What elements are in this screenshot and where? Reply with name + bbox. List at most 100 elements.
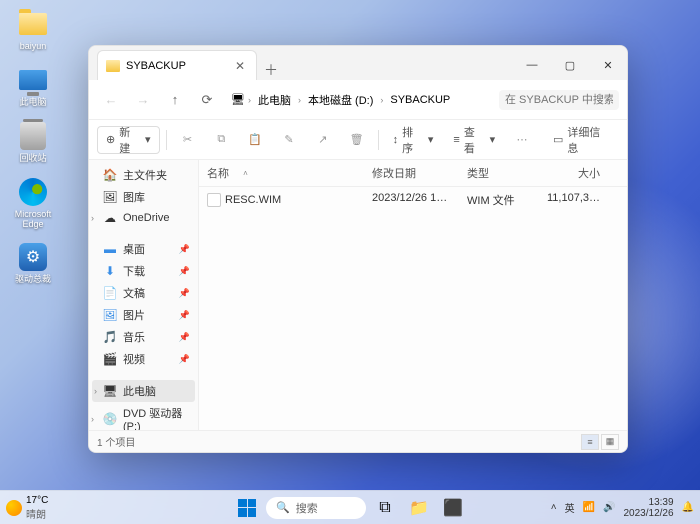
sidebar-label: 视频	[123, 351, 145, 367]
breadcrumb-item[interactable]: 本地磁盘 (D:)	[304, 90, 377, 110]
titlebar[interactable]: SYBACKUP ✕ ＋ — ▢ ✕	[89, 46, 627, 80]
tab-close-button[interactable]: ✕	[232, 59, 248, 73]
column-size-header[interactable]: 大小	[539, 160, 609, 186]
copy-button[interactable]: ⧉	[206, 126, 236, 154]
taskbar-weather[interactable]: 17°C 晴朗	[6, 495, 48, 521]
column-type-header[interactable]: 类型	[459, 160, 539, 186]
file-name: RESC.WIM	[225, 194, 281, 206]
taskbar-clock[interactable]: 13:39 2023/12/26	[623, 497, 673, 519]
sort-button[interactable]: ↕ 排序 ▾	[385, 126, 442, 154]
document-icon: 📄	[103, 286, 117, 300]
start-button[interactable]	[232, 493, 262, 523]
sidebar-item-onedrive[interactable]: ›☁OneDrive	[89, 208, 198, 228]
up-button[interactable]: ↑	[161, 86, 189, 114]
desktop-icon-recyclebin[interactable]: 回收站	[8, 120, 58, 164]
taskbar-search[interactable]: 🔍 搜索	[266, 497, 366, 519]
details-view-button[interactable]: ≡	[581, 434, 599, 450]
search-label: 搜索	[296, 500, 318, 516]
pc-icon	[19, 70, 47, 90]
sidebar-item-thispc[interactable]: ›🖥此电脑	[92, 380, 195, 402]
file-row[interactable]: RESC.WIM 2023/12/26 12:09 WIM 文件 11,107,…	[199, 187, 627, 213]
cloud-icon: ☁	[103, 211, 117, 225]
disc-icon: 💿	[103, 412, 117, 426]
sidebar-label: 下载	[123, 263, 145, 279]
folder-icon	[106, 60, 120, 72]
desktop-icon-baiyun[interactable]: baiyun	[8, 8, 58, 52]
chevron-right-icon: ›	[91, 414, 94, 424]
desktop-icons: baiyun 此电脑 回收站 Microsoft Edge ⚙ 驱动总裁	[8, 8, 58, 285]
icons-view-button[interactable]: ▦	[601, 434, 619, 450]
share-button[interactable]: ↗	[308, 126, 338, 154]
sidebar-item-videos[interactable]: 🎬视频📌	[89, 348, 198, 370]
sidebar-item-home[interactable]: 🏠 主文件夹	[89, 164, 198, 186]
sidebar-item-gallery[interactable]: 🖼图库	[89, 186, 198, 208]
desktop-icon-drivertool[interactable]: ⚙ 驱动总裁	[8, 241, 58, 285]
details-pane-button[interactable]: ▭ 详细信息	[545, 126, 619, 154]
home-icon: 🏠	[103, 168, 117, 182]
maximize-button[interactable]: ▢	[551, 50, 589, 80]
desktop-icon-thispc[interactable]: 此电脑	[8, 64, 58, 108]
tab-sybackup[interactable]: SYBACKUP ✕	[97, 50, 257, 80]
search-icon: 🔍	[276, 501, 290, 514]
notifications-icon[interactable]: 🔔	[682, 502, 694, 513]
chevron-right-icon: ›	[380, 95, 383, 105]
breadcrumb-item[interactable]: 此电脑	[254, 90, 295, 110]
delete-button[interactable]: 🗑	[342, 126, 372, 154]
paste-button[interactable]: 📋	[240, 126, 270, 154]
desktop-icon-edge[interactable]: Microsoft Edge	[8, 176, 58, 230]
pin-icon: 📌	[179, 310, 190, 321]
desktop-icon-label: baiyun	[20, 42, 47, 52]
file-explorer-window: SYBACKUP ✕ ＋ — ▢ ✕ ← → ↑ ⟳ 🖥 › 此电脑 › 本地磁…	[88, 45, 628, 453]
pin-icon: 📌	[179, 354, 190, 365]
column-headers: 名称 ˄ 修改日期 类型 大小	[199, 160, 627, 187]
sidebar-item-dvd[interactable]: ›💿DVD 驱动器 (P:)	[89, 402, 198, 430]
folder-icon	[19, 13, 47, 35]
music-icon: 🎵	[103, 330, 117, 344]
explorer-taskbar-button[interactable]: 📁	[404, 493, 434, 523]
cut-button[interactable]: ✂	[173, 126, 203, 154]
back-button[interactable]: ←	[97, 86, 125, 114]
task-view-button[interactable]: ⧉	[370, 493, 400, 523]
file-size: 11,107,37...	[539, 189, 609, 211]
minimize-button[interactable]: —	[513, 50, 551, 80]
ime-indicator[interactable]: 英	[565, 500, 575, 515]
rename-button[interactable]: ✎	[274, 126, 304, 154]
wifi-icon[interactable]: 📶	[583, 502, 595, 513]
edge-icon	[19, 178, 47, 206]
more-button[interactable]: ⋯	[507, 126, 537, 154]
toolbar: ⊕ 新建 ▾ ✂ ⧉ 📋 ✎ ↗ 🗑 ↕ 排序 ▾ ≡ 查看 ▾ ⋯ ▭ 详细信…	[89, 120, 627, 160]
desktop-icon-label: 驱动总裁	[15, 275, 51, 285]
search-input[interactable]	[499, 90, 619, 110]
sidebar-item-pictures[interactable]: 🖼图片📌	[89, 304, 198, 326]
refresh-button[interactable]: ⟳	[193, 86, 221, 114]
sidebar-label: 桌面	[123, 241, 145, 257]
new-button[interactable]: ⊕ 新建 ▾	[97, 126, 160, 154]
view-button[interactable]: ≡ 查看 ▾	[445, 126, 503, 154]
breadcrumb[interactable]: 🖥 › 此电脑 › 本地磁盘 (D:) › SYBACKUP	[225, 90, 495, 110]
sidebar-item-documents[interactable]: 📄文稿📌	[89, 282, 198, 304]
breadcrumb-item[interactable]: SYBACKUP	[386, 92, 454, 108]
app-taskbar-button[interactable]: ⬛	[438, 493, 468, 523]
status-bar: 1 个项目 ≡ ▦	[89, 430, 627, 452]
sidebar: 🏠主文件夹 🖼图库 ›☁OneDrive ▬桌面📌 ⬇下载📌 📄文稿📌 🖼图片📌…	[89, 160, 199, 430]
sidebar-label: 主文件夹	[123, 167, 167, 183]
chevron-right-icon: ›	[94, 386, 97, 396]
tab-title: SYBACKUP	[126, 60, 226, 72]
column-date-header[interactable]: 修改日期	[364, 160, 459, 186]
sidebar-item-downloads[interactable]: ⬇下载📌	[89, 260, 198, 282]
column-name-header[interactable]: 名称 ˄	[199, 160, 364, 186]
tray-chevron-icon[interactable]: ˄	[551, 502, 557, 513]
chevron-right-icon: ›	[91, 213, 94, 223]
desktop-icon-label: 回收站	[19, 154, 46, 164]
new-tab-button[interactable]: ＋	[257, 60, 285, 80]
forward-button[interactable]: →	[129, 86, 157, 114]
sort-label: 排序	[402, 124, 424, 156]
weather-temp: 17°C	[26, 495, 48, 506]
sidebar-item-desktop[interactable]: ▬桌面📌	[89, 238, 198, 260]
address-bar: ← → ↑ ⟳ 🖥 › 此电脑 › 本地磁盘 (D:) › SYBACKUP	[89, 80, 627, 120]
volume-icon[interactable]: 🔊	[603, 502, 615, 513]
sidebar-label: 图片	[123, 307, 145, 323]
tool-icon: ⚙	[19, 243, 47, 271]
close-button[interactable]: ✕	[589, 50, 627, 80]
sidebar-item-music[interactable]: 🎵音乐📌	[89, 326, 198, 348]
